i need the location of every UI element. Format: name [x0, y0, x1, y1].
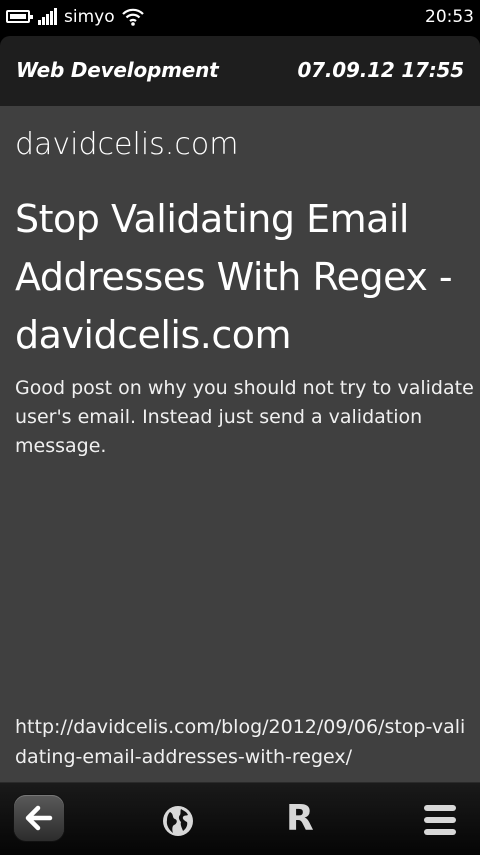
- article-description: Good post on why you should not try to v…: [15, 377, 474, 457]
- article-url-link[interactable]: http://davidcelis.com/blog/2012/09/06/st…: [15, 712, 475, 772]
- carrier-name: simyo: [64, 7, 115, 27]
- item-header: Web Development 07.09.12 17:55: [0, 36, 480, 106]
- wifi-icon: [122, 8, 144, 26]
- article-content[interactable]: davidcelis.com Stop Validating Email Add…: [0, 106, 480, 782]
- clock: 20:53: [425, 7, 474, 27]
- article-site: davidcelis.com: [15, 127, 239, 162]
- globe-icon[interactable]: [160, 803, 196, 839]
- article-title[interactable]: Stop Validating Email Addresses With Reg…: [15, 190, 475, 364]
- item-date: 07.09.12 17:55: [297, 58, 464, 82]
- back-button[interactable]: [14, 795, 64, 841]
- back-arrow-icon: [25, 805, 53, 831]
- battery-icon: [6, 10, 33, 23]
- menu-icon[interactable]: [424, 805, 456, 835]
- r-button[interactable]: R: [286, 799, 314, 839]
- bottom-toolbar: R: [0, 782, 480, 855]
- signal-strength-icon: [38, 8, 60, 25]
- status-bar: simyo 20:53: [0, 0, 480, 34]
- category-title: Web Development: [16, 58, 219, 82]
